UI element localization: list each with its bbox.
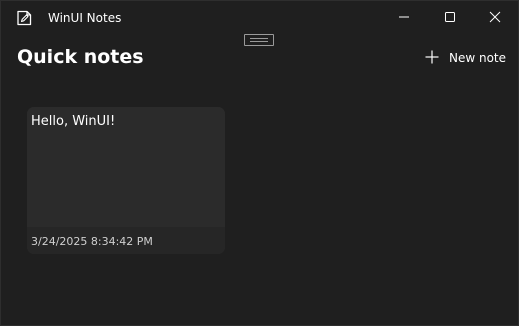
window-title: WinUI Notes [48,11,122,25]
maximize-button[interactable] [427,1,473,33]
maximize-icon [444,8,456,27]
plus-icon [425,49,439,68]
note-text: Hello, WinUI! [31,114,116,129]
page-title: Quick notes [17,46,144,68]
new-note-label: New note [449,51,507,65]
close-icon [489,8,501,27]
minimize-button[interactable] [381,1,427,33]
note-body: Hello, WinUI! [27,107,225,227]
note-card[interactable]: Hello, WinUI! 3/24/2025 8:34:42 PM [27,107,225,254]
close-button[interactable] [472,1,518,33]
note-footer: 3/24/2025 8:34:42 PM [27,227,225,254]
notes-app-icon [15,9,33,27]
note-date: 3/24/2025 8:34:42 PM [31,235,153,248]
app-window: WinUI Notes Quick notes New note Hello, … [0,0,519,326]
title-bar[interactable]: WinUI Notes [1,1,518,34]
minimize-icon [398,8,410,27]
drag-handle[interactable] [244,34,274,46]
new-note-button[interactable]: New note [419,45,512,71]
